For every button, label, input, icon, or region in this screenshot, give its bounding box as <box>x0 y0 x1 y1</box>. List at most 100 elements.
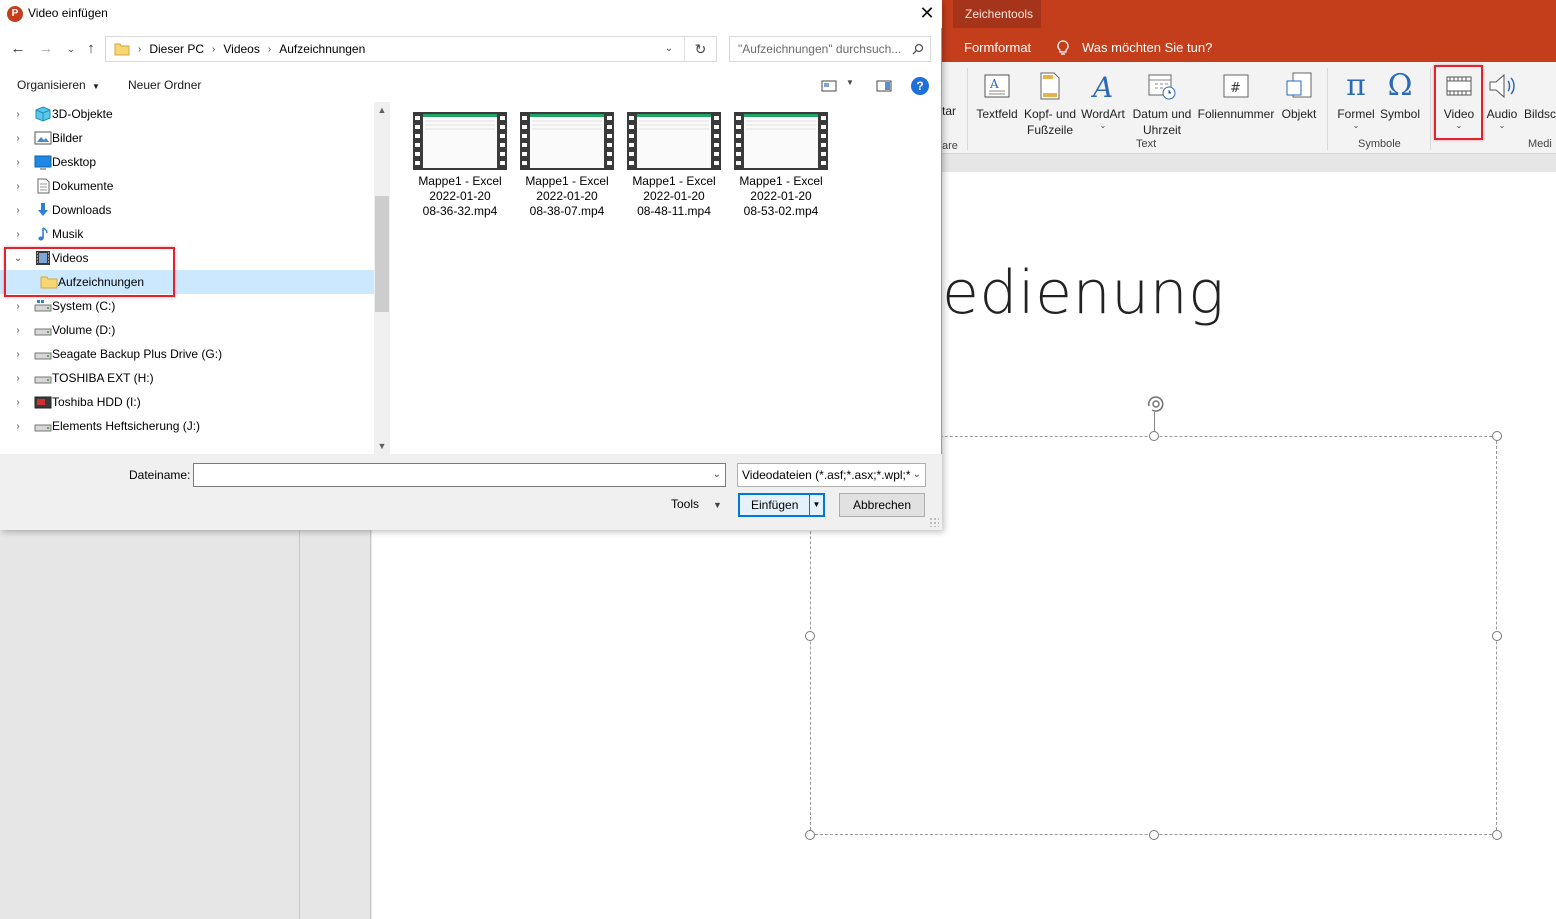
resize-handle[interactable] <box>805 631 815 641</box>
dialog-title: Video einfügen <box>28 6 108 20</box>
resize-grip-icon[interactable] <box>929 517 939 527</box>
wordart-icon: A <box>1090 71 1113 101</box>
symbol-button[interactable]: Ω Symbol <box>1378 66 1422 122</box>
organize-menu[interactable]: Organisieren ▼ <box>17 78 100 92</box>
dialog-toolbar: Organisieren ▼ Neuer Ordner ▼ ? <box>0 72 942 100</box>
slide-thumbnail-pane[interactable] <box>0 530 300 919</box>
tree-item-seagate-drive[interactable]: › Seagate Backup Plus Drive (G:) <box>0 342 374 366</box>
breadcrumb-item[interactable]: Aufzeichnungen <box>279 42 365 56</box>
tools-menu[interactable]: Tools ▼ <box>671 497 722 511</box>
object-button[interactable]: Objekt <box>1278 66 1320 122</box>
forward-arrow-icon[interactable]: → <box>36 38 56 60</box>
header-footer-icon <box>1040 72 1060 100</box>
omega-icon: Ω <box>1387 68 1413 103</box>
expand-chevron-icon[interactable]: › <box>0 349 34 360</box>
filename-input[interactable]: ⌄ <box>193 463 726 487</box>
wordart-caret-icon: ⌄ <box>1099 121 1107 130</box>
up-arrow-icon[interactable]: ↑ <box>81 38 101 60</box>
wordart-button[interactable]: A WordArt ⌄ <box>1080 66 1126 130</box>
expand-chevron-icon[interactable]: › <box>0 109 34 120</box>
tell-me-box[interactable]: Was möchten Sie tun? <box>1056 34 1212 62</box>
insert-button[interactable]: Einfügen ▼ <box>738 493 825 517</box>
file-type-select[interactable]: Videodateien (*.asf;*.asx;*.wpl;* ⌄ <box>737 463 926 487</box>
organize-dropdown-icon: ▼ <box>92 82 100 91</box>
expand-chevron-icon[interactable]: › <box>0 133 34 144</box>
expand-chevron-icon[interactable]: › <box>0 421 34 432</box>
breadcrumb-separator-icon: › <box>212 43 216 55</box>
slide-number-button[interactable]: # Foliennummer <box>1196 66 1276 122</box>
address-bar[interactable]: › Dieser PC › Videos › Aufzeichnungen ⌄ … <box>105 36 717 62</box>
refresh-icon[interactable]: ↻ <box>684 37 716 61</box>
drive-icon <box>34 424 52 432</box>
expand-chevron-icon[interactable]: › <box>0 397 34 408</box>
equation-button[interactable]: π Formel ⌄ <box>1334 66 1378 130</box>
date-time-icon <box>1148 74 1176 100</box>
file-item[interactable]: Mappe1 - Excel 2022-01-20 08-53-02.mp4 <box>728 110 834 219</box>
breadcrumb-separator-icon: › <box>138 43 142 55</box>
file-item[interactable]: Mappe1 - Excel 2022-01-20 08-48-11.mp4 <box>621 110 727 219</box>
resize-handle[interactable] <box>1492 830 1502 840</box>
tree-item-elements-drive[interactable]: › Elements Heftsicherung (J:) <box>0 414 374 438</box>
expand-chevron-icon[interactable]: › <box>0 301 34 312</box>
lightbulb-icon <box>1057 40 1069 55</box>
pi-icon: π <box>1346 68 1366 103</box>
back-arrow-icon[interactable]: ← <box>8 38 28 60</box>
insert-split-dropdown-icon[interactable]: ▼ <box>809 495 823 515</box>
view-options-icon[interactable] <box>821 80 837 92</box>
date-time-button[interactable]: Datum und Uhrzeit <box>1130 66 1194 138</box>
breadcrumb-item[interactable]: Videos <box>223 42 259 56</box>
pictures-icon <box>34 131 52 145</box>
resize-handle[interactable] <box>1492 631 1502 641</box>
tree-item-volume-d[interactable]: › Volume (D:) <box>0 318 374 342</box>
breadcrumb-separator-icon: › <box>267 43 272 55</box>
address-dropdown-icon[interactable]: ⌄ <box>654 37 684 61</box>
cancel-button[interactable]: Abbrechen <box>839 493 925 517</box>
tree-item-desktop[interactable]: › Desktop <box>0 150 374 174</box>
filename-dropdown-icon[interactable]: ⌄ <box>713 464 721 486</box>
slide-editor-gutter <box>301 530 371 919</box>
slide-title-text[interactable]: edienung <box>942 258 1225 328</box>
textbox-button[interactable]: A Textfeld <box>976 66 1018 122</box>
tree-item-documents[interactable]: › Dokumente <box>0 174 374 198</box>
scroll-down-icon[interactable]: ▼ <box>374 438 390 454</box>
audio-button[interactable]: Audio ⌄ <box>1482 66 1522 130</box>
tree-scrollbar[interactable]: ▲ ▼ <box>374 102 390 454</box>
help-icon[interactable]: ? <box>911 77 929 95</box>
resize-handle[interactable] <box>1492 431 1502 441</box>
tree-item-toshiba-ext[interactable]: › TOSHIBA EXT (H:) <box>0 366 374 390</box>
rotate-handle-icon[interactable] <box>1143 392 1167 416</box>
tree-item-downloads[interactable]: › Downloads <box>0 198 374 222</box>
ribbon-separator <box>1430 68 1431 150</box>
file-list: Mappe1 - Excel 2022-01-20 08-36-32.mp4 M… <box>391 102 942 454</box>
tree-item-system-drive[interactable]: › System (C:) <box>0 294 374 318</box>
expand-chevron-icon[interactable]: › <box>0 157 34 168</box>
resize-handle[interactable] <box>1149 830 1159 840</box>
screen-recording-button[interactable]: Bildsc <box>1524 66 1556 122</box>
scrollbar-thumb[interactable] <box>375 196 389 312</box>
view-dropdown-icon[interactable]: ▼ <box>846 78 854 87</box>
tree-item-toshiba-hdd[interactable]: › Toshiba HDD (I:) <box>0 390 374 414</box>
tree-item-3d-objects[interactable]: › 3D-Objekte <box>0 102 374 126</box>
expand-chevron-icon[interactable]: › <box>0 325 34 336</box>
expand-chevron-icon[interactable]: › <box>0 373 34 384</box>
scroll-up-icon[interactable]: ▲ <box>374 102 390 118</box>
breadcrumb-item[interactable]: Dieser PC <box>149 42 204 56</box>
resize-handle[interactable] <box>1149 431 1159 441</box>
new-folder-button[interactable]: Neuer Ordner <box>128 78 201 92</box>
tree-item-pictures[interactable]: › Bilder <box>0 126 374 150</box>
resize-handle[interactable] <box>805 830 815 840</box>
expand-chevron-icon[interactable]: › <box>0 205 34 216</box>
slide-number-icon: # <box>1223 74 1249 98</box>
file-item[interactable]: Mappe1 - Excel 2022-01-20 08-38-07.mp4 <box>514 110 620 219</box>
tab-formformat[interactable]: Formformat <box>953 34 1041 62</box>
close-icon[interactable]: ✕ <box>912 0 942 28</box>
search-input[interactable]: "Aufzeichnungen" durchsuch... <box>729 36 931 62</box>
expand-chevron-icon[interactable]: › <box>0 229 34 240</box>
recent-locations-chevron-icon[interactable]: ⌄ <box>61 38 81 60</box>
cube-icon <box>35 106 51 122</box>
preview-pane-icon[interactable] <box>876 80 892 92</box>
tree-item-music[interactable]: › Musik <box>0 222 374 246</box>
file-item[interactable]: Mappe1 - Excel 2022-01-20 08-36-32.mp4 <box>407 110 513 219</box>
expand-chevron-icon[interactable]: › <box>0 181 34 192</box>
header-footer-button[interactable]: Kopf- und Fußzeile <box>1022 66 1078 138</box>
